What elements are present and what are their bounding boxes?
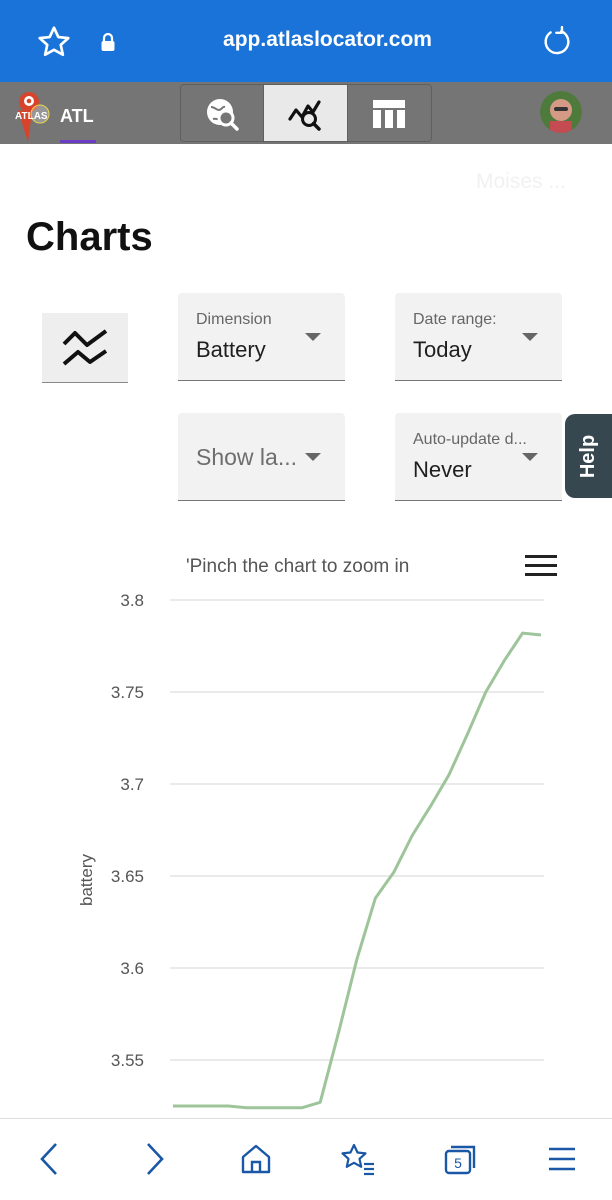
show-labels-placeholder: Show la... <box>196 444 297 470</box>
tabs-button[interactable]: 5 <box>440 1139 480 1179</box>
date-range-label: Date range: <box>413 311 497 328</box>
tab-charts[interactable] <box>264 85 348 141</box>
browser-bottom-bar: 5 <box>0 1118 612 1200</box>
show-labels-select[interactable]: Show la... <box>178 413 345 501</box>
url-text[interactable]: app.atlaslocator.com <box>160 28 495 52</box>
tabs-icon: 5 <box>444 1145 476 1175</box>
chart-search-icon <box>287 100 321 131</box>
y-tick-label: 3.6 <box>120 959 144 978</box>
bookmarks-button[interactable] <box>338 1139 378 1179</box>
atlas-logo[interactable]: ATLAS <box>12 88 56 144</box>
bookmark-star-icon[interactable] <box>36 24 72 60</box>
app-header: ATLAS ATL <box>0 82 612 144</box>
y-tick-label: 3.55 <box>111 1051 144 1070</box>
tab-count: 5 <box>454 1155 462 1171</box>
hamburger-menu-icon <box>549 1147 575 1171</box>
home-icon <box>241 1144 271 1174</box>
date-range-select[interactable]: Date range: Today <box>395 293 562 381</box>
dimension-value: Battery <box>196 337 266 362</box>
logo-text: ATLAS <box>15 111 48 122</box>
chart-type-button[interactable] <box>42 313 128 383</box>
help-label: Help <box>577 434 599 478</box>
chart-subtitle: 'Pinch the chart to zoom in <box>186 556 410 577</box>
back-button[interactable] <box>30 1139 70 1179</box>
bookmarks-star-icon <box>341 1143 374 1176</box>
brand-underline <box>60 140 96 143</box>
menu-button[interactable] <box>542 1139 582 1179</box>
table-icon <box>373 100 406 128</box>
auto-update-select[interactable]: Auto-update d... Never <box>395 413 562 501</box>
tab-table[interactable] <box>347 85 431 141</box>
dropdown-arrow-icon <box>305 333 321 341</box>
chart-menu-icon[interactable] <box>525 555 557 577</box>
dropdown-arrow-icon <box>522 453 538 461</box>
globe-search-icon <box>207 99 239 131</box>
view-switcher <box>180 84 432 142</box>
y-tick-label: 3.65 <box>111 867 144 886</box>
reload-icon[interactable] <box>540 25 574 59</box>
user-name-label: Moises ... <box>476 170 566 193</box>
battery-series-line <box>173 631 542 1110</box>
chevron-left-icon <box>40 1143 57 1175</box>
forward-button[interactable] <box>134 1139 174 1179</box>
y-tick-label: 3.7 <box>120 775 144 794</box>
dropdown-arrow-icon <box>305 453 321 461</box>
y-axis-label: battery <box>77 854 96 906</box>
home-button[interactable] <box>236 1139 276 1179</box>
auto-update-label: Auto-update d... <box>413 431 527 448</box>
dropdown-arrow-icon <box>522 333 538 341</box>
line-chart-type-icon <box>62 328 108 366</box>
tab-map-search[interactable] <box>181 85 265 141</box>
battery-line-chart[interactable]: 3.8 3.75 3.7 3.65 3.6 3.55 battery <box>0 580 612 1120</box>
auto-update-value: Never <box>413 457 472 482</box>
browser-url-bar: app.atlaslocator.com <box>0 0 612 82</box>
date-range-value: Today <box>413 337 472 362</box>
y-tick-label: 3.75 <box>111 683 144 702</box>
y-tick-label: 3.8 <box>120 591 144 610</box>
page-title: Charts <box>26 215 153 259</box>
help-tab[interactable]: Help <box>565 414 612 498</box>
user-avatar[interactable] <box>540 91 582 133</box>
chevron-right-icon <box>147 1143 164 1175</box>
lock-icon <box>101 32 115 51</box>
brand-label[interactable]: ATL <box>60 106 94 127</box>
dimension-select[interactable]: Dimension Battery <box>178 293 345 381</box>
dimension-label: Dimension <box>196 311 272 328</box>
